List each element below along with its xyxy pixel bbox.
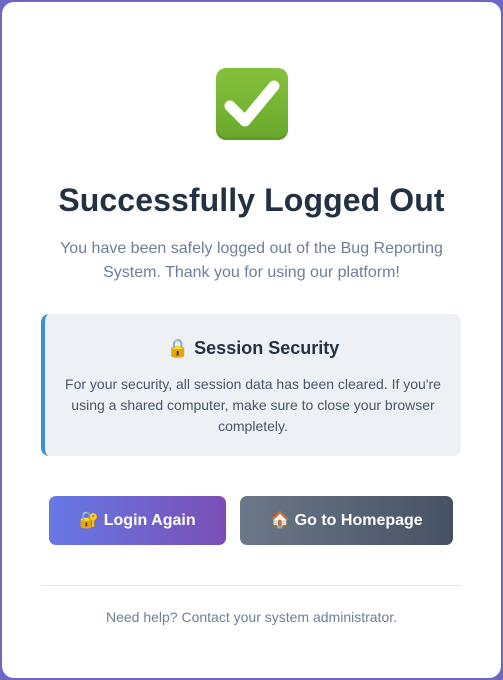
- logout-card: Successfully Logged Out You have been sa…: [2, 2, 501, 678]
- session-security-title: 🔒 Session Security: [166, 338, 340, 358]
- help-text: Need help? Contact your system administr…: [105, 609, 398, 625]
- footer-divider: [41, 585, 461, 586]
- page-title: Successfully Logged Out: [58, 182, 445, 218]
- page-subtitle: You have been safely logged out of the B…: [60, 240, 443, 281]
- session-security-notice: 🔒 Session Security For your security, al…: [41, 314, 461, 456]
- login-again-button[interactable]: 🔐 Login Again: [49, 496, 226, 545]
- check-mark-icon: [216, 68, 288, 140]
- go-to-homepage-button[interactable]: 🏠 Go to Homepage: [240, 496, 453, 545]
- session-security-text: For your security, all session data has …: [65, 376, 441, 434]
